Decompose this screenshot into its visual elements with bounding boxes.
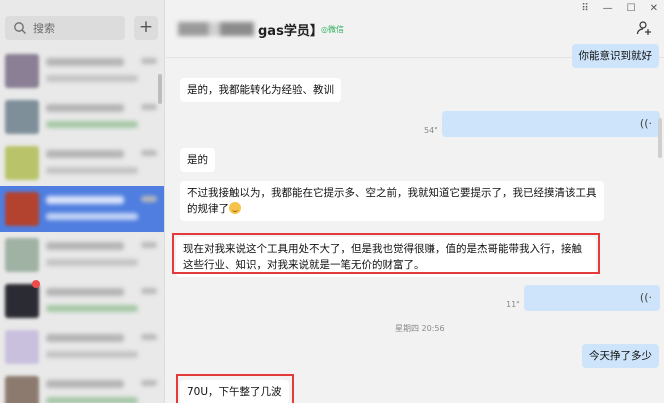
avatar [5,146,39,180]
chat-time-redacted [141,196,157,202]
message-bubble-out[interactable]: 你能意识到就好 [571,44,659,68]
avatar [5,192,39,226]
message-bubble-in[interactable]: 不过我接触以为，我都能在它提示多、空之前，我就知道它要提示了，我已经摸清该工具的… [180,181,604,221]
wechat-badge: ◎微信 [321,25,344,34]
chat-list-item[interactable] [0,48,164,94]
chat-name-redacted [46,334,124,342]
avatar [5,284,39,318]
avatar [5,100,39,134]
chat-time-redacted [141,150,157,156]
window-controls: ⠿ — ☐ ✕ [581,2,658,16]
minimize-button[interactable]: — [603,2,613,16]
avatar [5,376,39,403]
chat-preview-redacted [46,351,138,358]
chat-time-redacted [141,242,157,248]
chat-list-item[interactable] [0,370,164,403]
message-list: 你能意识到就好 是的，我都能转化为经验、教训 54" ((· 是的 不过我接触以… [166,44,664,403]
message-bubble-out[interactable]: 今天挣了多少 [582,344,659,368]
sidebar: 搜索 + [0,0,165,403]
chat-list-item[interactable] [0,94,164,140]
chat-preview-redacted [46,397,138,403]
title-redacted [178,22,254,36]
chat-time-redacted [141,288,157,294]
chat-preview-redacted [46,305,138,312]
chat-time-redacted [141,380,157,386]
chat-preview-redacted [46,167,138,174]
chat-name-redacted [46,58,124,66]
message-bubble-in[interactable]: 是的，我都能转化为经验、教训 [180,78,341,102]
voice-wave-icon: ((· [639,117,652,130]
close-button[interactable]: ✕ [650,2,658,16]
search-icon [14,22,26,34]
chat-scrollbar[interactable] [658,118,662,158]
chat-list-item[interactable] [0,186,164,232]
chat-name-redacted [46,196,124,204]
voice-message[interactable]: ((· [442,111,660,137]
chat-list-item[interactable] [0,324,164,370]
chat-panel: gas学员】 ◎微信 ⠿ — ☐ ✕ 你能意识到就好 是的，我都能转化为经验、教… [166,0,664,403]
chat-name-redacted [46,242,124,250]
voice-duration: 54" [424,126,438,135]
chat-list [0,48,164,403]
chat-list-item[interactable] [0,232,164,278]
message-text: 不过我接触以为，我都能在它提示多、空之前，我就知道它要提示了，我已经摸清该工具的… [187,187,597,215]
chat-name-redacted [46,150,124,158]
unread-badge [32,280,40,288]
search-row: 搜索 + [5,16,158,40]
grin-emoji-icon [229,202,241,214]
chat-preview-redacted [46,75,138,82]
highlight-box [176,374,294,403]
chat-time-redacted [141,334,157,340]
search-input[interactable]: 搜索 [5,16,125,40]
chat-title: gas学员】 [258,24,323,39]
timestamp: 星期四 20:56 [395,324,445,333]
chat-name-redacted [46,380,124,388]
chat-preview-redacted [46,259,138,266]
avatar [5,54,39,88]
chat-name-redacted [46,288,124,296]
wechat-window: 搜索 + gas学员】 ◎微信 ⠿ — ☐ ✕ 你能意识到就好 是的，我都能转化… [0,0,664,403]
search-placeholder: 搜索 [33,22,55,35]
highlight-box [172,233,600,274]
maximize-button[interactable]: ☐ [627,2,636,16]
message-bubble-in[interactable]: 是的 [180,148,215,172]
chat-time-redacted [141,104,157,110]
chat-list-item[interactable] [0,278,164,324]
chat-name-redacted [46,104,124,112]
chat-list-item[interactable] [0,140,164,186]
chat-time-redacted [141,58,157,64]
voice-message[interactable]: ((· [524,285,660,311]
add-button[interactable]: + [134,16,158,40]
avatar [5,238,39,272]
add-member-icon[interactable] [636,20,652,36]
avatar [5,330,39,364]
pin-button[interactable]: ⠿ [581,2,588,16]
voice-duration: 11" [506,300,520,309]
voice-wave-icon: ((· [639,291,652,304]
chat-preview-redacted [46,213,138,220]
chat-preview-redacted [46,121,138,128]
sidebar-scrollbar[interactable] [158,74,162,104]
